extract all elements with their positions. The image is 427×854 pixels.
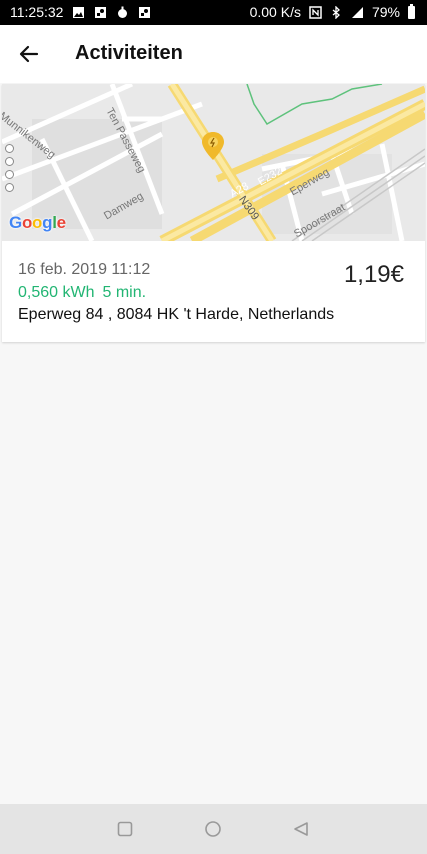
google-logo: Google xyxy=(9,213,66,232)
status-bar: 11:25:32 0.00 K/s 79% xyxy=(0,0,427,25)
page-title: Activiteiten xyxy=(75,42,183,64)
map-dot xyxy=(5,157,14,166)
map-zoom-dots xyxy=(5,144,14,192)
battery-level: 79% xyxy=(371,4,400,20)
activity-energy: 0,560 kWh xyxy=(18,284,95,301)
activity-address: Eperweg 84 , 8084 HK 't Harde, Netherlan… xyxy=(18,306,335,323)
home-button[interactable] xyxy=(203,819,223,839)
map-view[interactable]: Munnikenweg Ten Passeweg Damweg Eperweg … xyxy=(2,84,425,241)
map-dot xyxy=(5,183,14,192)
map-dot xyxy=(5,170,14,179)
arrow-left-icon xyxy=(19,45,39,63)
back-button[interactable] xyxy=(14,39,44,69)
system-nav-bar xyxy=(0,804,427,854)
image-icon xyxy=(72,6,85,19)
battery-icon xyxy=(408,3,415,19)
activity-date: 16 feb. 2019 11:12 xyxy=(18,261,151,278)
activity-price: 1,19€ xyxy=(343,261,404,288)
map-notification-icon-2 xyxy=(138,6,151,19)
app-bar: Activiteiten xyxy=(0,25,427,83)
status-time: 11:25:32 xyxy=(10,4,64,20)
activity-stats: 0,560 kWh 5 min. xyxy=(18,284,146,302)
system-back-button[interactable] xyxy=(291,819,311,839)
activity-card[interactable]: Munnikenweg Ten Passeweg Damweg Eperweg … xyxy=(2,84,425,342)
signal-icon xyxy=(351,6,364,19)
recents-button[interactable] xyxy=(115,819,135,839)
triangle-back-icon xyxy=(294,822,308,836)
activity-info: 16 feb. 2019 11:12 0,560 kWh 5 min. Eperw… xyxy=(2,241,425,342)
net-speed: 0.00 K/s xyxy=(249,4,301,20)
square-icon xyxy=(117,821,133,837)
map-dot xyxy=(5,144,14,153)
map-notification-icon xyxy=(94,6,107,19)
drop-icon xyxy=(116,6,129,19)
nfc-icon xyxy=(309,5,322,19)
circle-icon xyxy=(205,821,221,837)
bluetooth-icon xyxy=(330,5,343,19)
activity-duration: 5 min. xyxy=(102,284,147,301)
